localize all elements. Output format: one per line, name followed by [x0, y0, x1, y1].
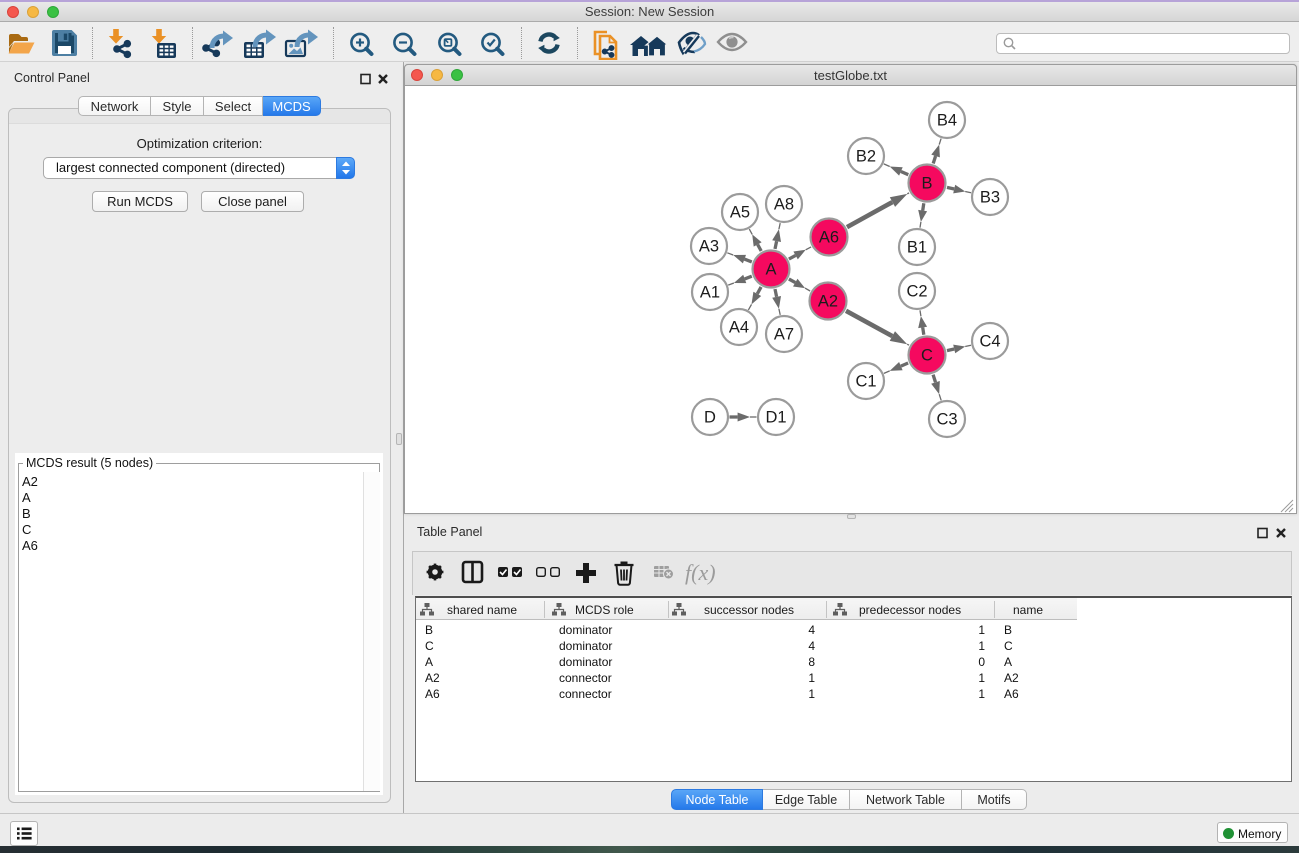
svg-text:A: A: [765, 261, 776, 279]
svg-text:B: B: [921, 175, 932, 193]
svg-text:D1: D1: [765, 409, 786, 427]
svg-text:B2: B2: [856, 148, 876, 166]
svg-text:A6: A6: [819, 229, 839, 247]
svg-text:A4: A4: [729, 319, 749, 337]
svg-text:C1: C1: [855, 373, 876, 391]
svg-text:f(x): f(x): [685, 560, 716, 585]
svg-text:A8: A8: [774, 196, 794, 214]
svg-text:D: D: [704, 409, 716, 427]
svg-text:A1: A1: [700, 284, 720, 302]
svg-text:A2: A2: [818, 293, 838, 311]
svg-text:B4: B4: [937, 112, 957, 130]
svg-text:B3: B3: [980, 189, 1000, 207]
svg-text:A5: A5: [730, 204, 750, 222]
svg-text:C3: C3: [936, 411, 957, 429]
svg-text:B1: B1: [907, 239, 927, 257]
svg-text:C4: C4: [979, 333, 1000, 351]
svg-text:C2: C2: [906, 283, 927, 301]
svg-text:A7: A7: [774, 326, 794, 344]
svg-text:C: C: [921, 347, 933, 365]
svg-text:A3: A3: [699, 238, 719, 256]
